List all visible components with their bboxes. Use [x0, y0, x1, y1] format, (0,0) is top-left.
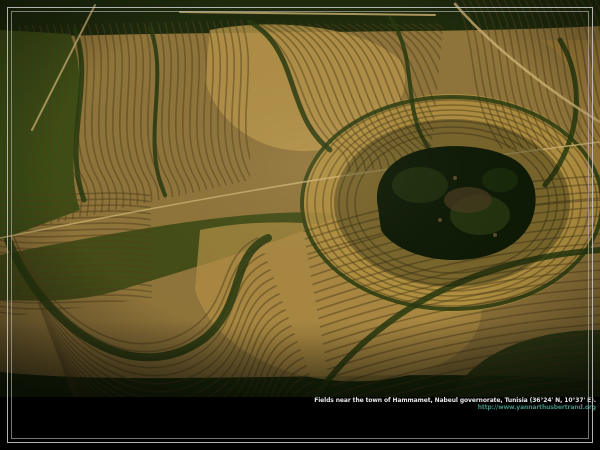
- caption-url: http://www.yannarthusbertrand.org: [314, 404, 596, 411]
- vignette: [0, 0, 600, 397]
- caption-title: Fields near the town of Hammamet, Nabeul…: [314, 397, 596, 404]
- wallpaper: Fields near the town of Hammamet, Nabeul…: [0, 0, 600, 450]
- caption: Fields near the town of Hammamet, Nabeul…: [314, 397, 596, 411]
- aerial-photo-svg: [0, 0, 600, 397]
- aerial-photo: [0, 0, 600, 397]
